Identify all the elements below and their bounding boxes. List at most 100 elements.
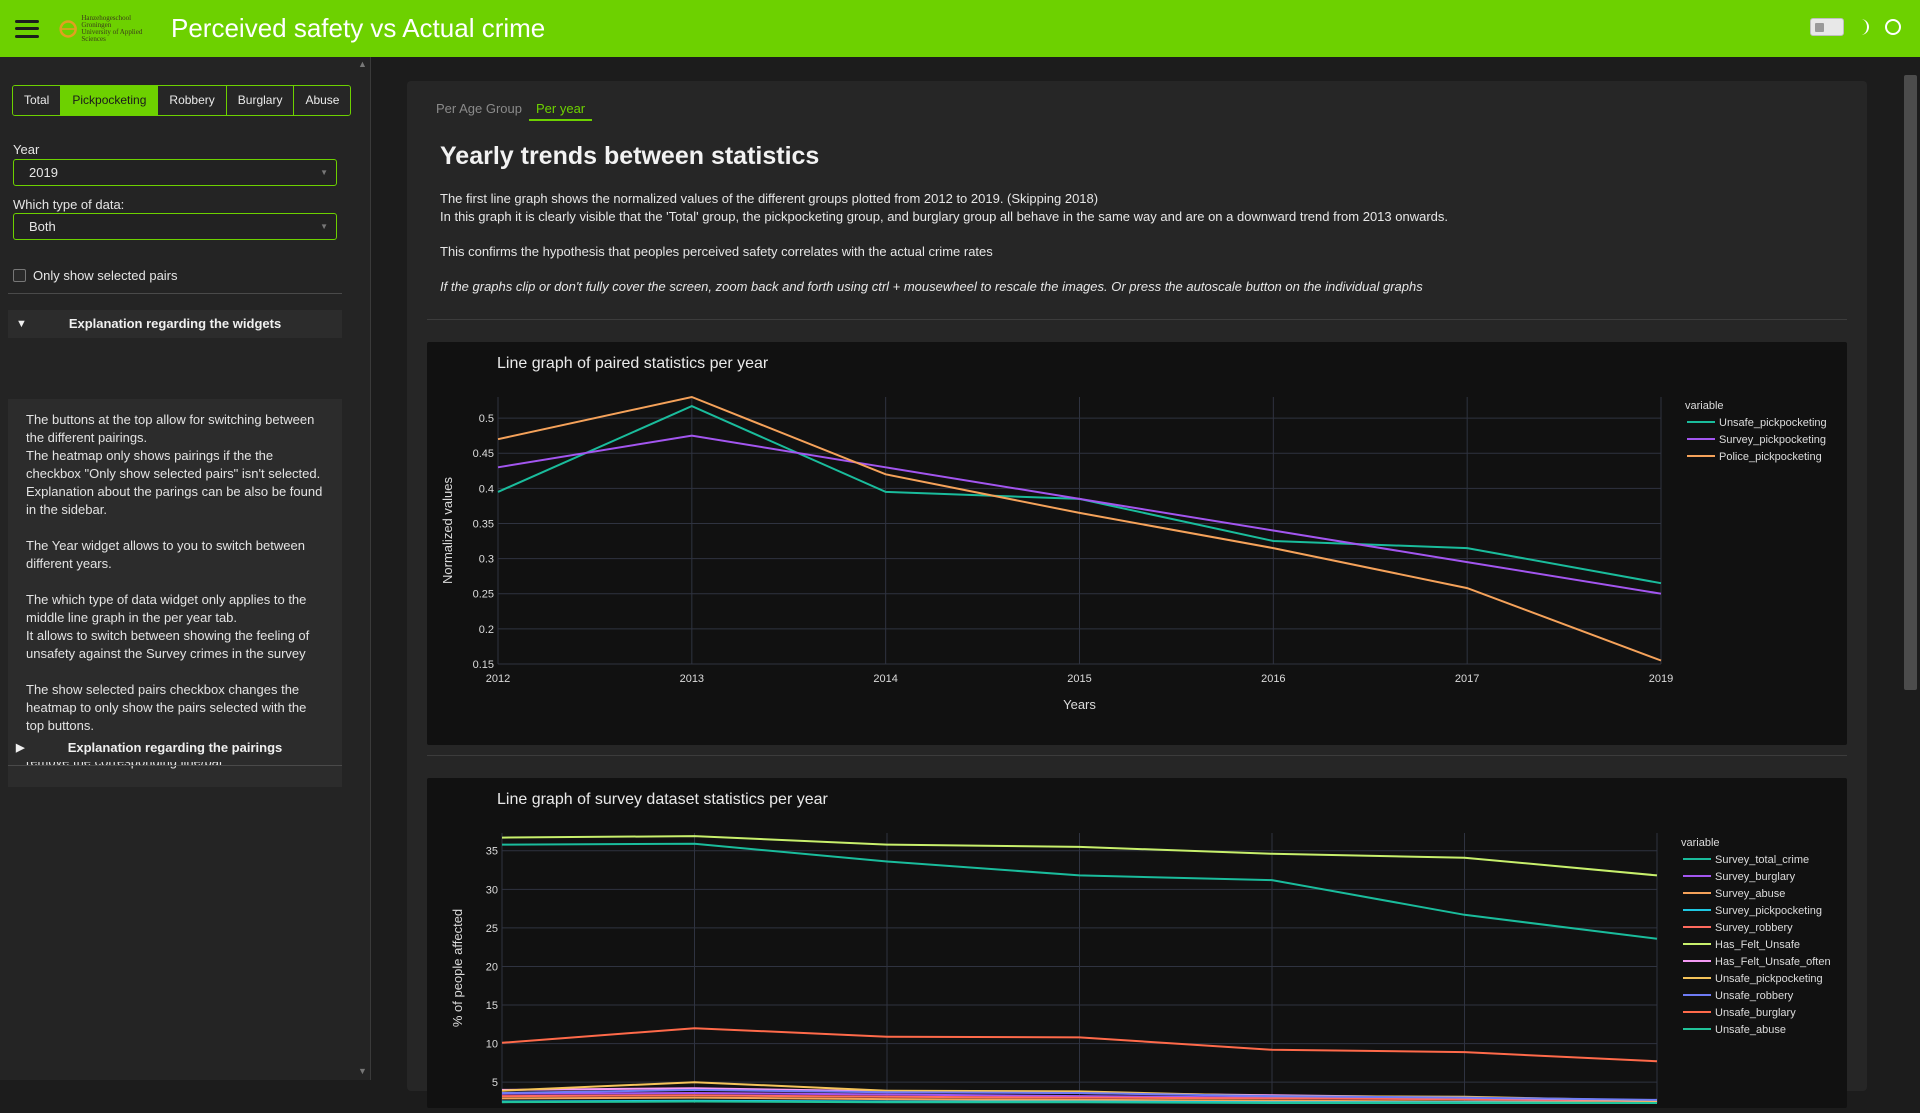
y-tick-label: 0.2 [479,624,494,636]
y-tick-label: 0.35 [473,518,494,530]
legend-title: variable [1681,837,1720,849]
widgets-paragraph-2: The Year widget allows to you to switch … [26,538,305,571]
legend-item: Unsafe_burglary [1715,1007,1796,1019]
data-type-select[interactable]: Both ▼ [13,213,337,240]
description-line-1: The first line graph shows the normalize… [440,191,1099,206]
y-tick-label: 5 [492,1077,498,1089]
pair-tab-robbery[interactable]: Robbery [158,86,227,115]
y-axis-label: Normalized values [440,477,455,584]
top-bar: Hanzehogeschool Groningen University of … [0,0,1920,57]
accordion-pairings-header[interactable]: ▶ Explanation regarding the pairings [8,734,342,762]
logo-mark [59,19,77,38]
pair-tab-total[interactable]: Total [13,86,62,115]
y-tick-label: 15 [486,1000,498,1012]
year-label: Year [13,142,40,157]
x-tick-label: 2013 [680,673,704,685]
legend-item: Unsafe_pickpocketing [1715,973,1823,985]
y-tick-label: 0.4 [479,483,494,495]
chart-survey-panel: Line graph of survey dataset statistics … [427,778,1847,1108]
only-pairs-checkbox[interactable] [13,269,26,282]
widgets-paragraph-3: The which type of data widget only appli… [26,592,310,661]
scrollbar-thumb[interactable] [1904,75,1917,690]
tab-per-age-group[interactable]: Per Age Group [429,97,529,121]
y-tick-label: 0.25 [473,589,494,601]
legend-title: variable [1685,400,1724,412]
data-type-value: Both [29,219,56,234]
description-line-2: In this graph it is clearly visible that… [440,209,1448,224]
accordion-widgets-title: Explanation regarding the widgets [68,316,282,331]
widgets-paragraph-1: The buttons at the top allow for switchi… [26,412,323,517]
x-tick-label: 2019 [1649,673,1673,685]
x-tick-label: 2012 [486,673,510,685]
legend-item: Survey_total_crime [1715,854,1809,866]
scroll-down-icon[interactable]: ▼ [358,1066,367,1076]
legend-item: Police_pickpocketing [1719,451,1822,463]
x-tick-label: 2015 [1067,673,1091,685]
y-tick-label: 20 [486,961,498,973]
x-tick-label: 2014 [873,673,897,685]
y-tick-label: 0.3 [479,554,494,566]
chevron-down-icon: ▼ [320,222,328,231]
description-note: If the graphs clip or don't fully cover … [440,279,1423,294]
accordion-widgets-header[interactable]: ▼ Explanation regarding the widgets [8,310,342,338]
year-value: 2019 [29,165,58,180]
divider [8,765,342,766]
legend-item: Survey_pickpocketing [1715,905,1822,917]
legend-item: Survey_pickpocketing [1719,434,1826,446]
x-axis-label: Years [1063,697,1096,712]
divider [427,755,1847,756]
y-tick-label: 25 [486,923,498,935]
theme-toggle[interactable] [1810,18,1844,36]
main-content: Per Age Group Per year Yearly trends bet… [372,57,1902,1108]
y-tick-label: 10 [486,1039,498,1051]
legend-item: Survey_abuse [1715,888,1785,900]
legend-item: Has_Felt_Unsafe_often [1715,956,1831,968]
accordion-widgets-body: The buttons at the top allow for switchi… [8,399,342,787]
chart-title: Line graph of survey dataset statistics … [497,791,829,808]
divider [8,293,342,294]
circle-icon[interactable] [1884,18,1902,36]
pair-tab-abuse[interactable]: Abuse [294,86,351,115]
sidebar: ▲ Total Pickpocketing Robbery Burglary A… [0,57,371,1080]
menu-icon[interactable] [15,19,39,38]
triangle-down-icon: ▼ [16,318,27,330]
view-tabs: Per Age Group Per year [429,97,593,121]
x-tick-label: 2017 [1455,673,1479,685]
y-tick-label: 0.5 [479,413,494,425]
moon-icon[interactable] [1856,18,1872,36]
section-title: Yearly trends between statistics [440,142,820,170]
description-line-3: This confirms the hypothesis that people… [440,244,993,259]
triangle-right-icon: ▶ [16,742,25,754]
y-tick-label: 30 [486,884,498,896]
chart-title: Line graph of paired statistics per year [497,355,769,372]
pair-tabs: Total Pickpocketing Robbery Burglary Abu… [12,85,352,116]
accordion-pairings-title: Explanation regarding the pairings [67,740,283,755]
chart-survey: Line graph of survey dataset statistics … [450,791,1831,1104]
chart-paired: Line graph of paired statistics per year… [440,355,1827,712]
app-title: Perceived safety vs Actual crime [171,13,546,43]
legend-item: Unsafe_pickpocketing [1719,417,1827,429]
x-tick-label: 2016 [1261,673,1285,685]
y-tick-label: 0.15 [473,659,494,671]
y-axis-label: % of people affected [450,909,465,1027]
pair-tab-pickpocketing[interactable]: Pickpocketing [61,86,159,115]
divider [427,319,1847,320]
content-card: Per Age Group Per year Yearly trends bet… [407,81,1867,1108]
only-pairs-label[interactable]: Only show selected pairs [33,268,178,283]
logo-line-3: University of Applied Sciences [81,27,143,43]
y-tick-label: 0.45 [473,448,494,460]
data-type-label: Which type of data: [13,197,125,212]
legend-item: Unsafe_robbery [1715,990,1794,1002]
scroll-up-icon[interactable]: ▲ [358,59,367,69]
legend-item: Unsafe_abuse [1715,1024,1786,1036]
logo: Hanzehogeschool Groningen University of … [59,11,154,47]
legend-item: Has_Felt_Unsafe [1715,939,1800,951]
chevron-down-icon: ▼ [320,168,328,177]
tab-per-year[interactable]: Per year [529,97,593,121]
legend-item: Survey_burglary [1715,871,1796,883]
y-tick-label: 35 [486,846,498,858]
chart-paired-panel: Line graph of paired statistics per year… [427,342,1847,745]
legend-item: Survey_robbery [1715,922,1793,934]
year-select[interactable]: 2019 ▼ [13,159,337,186]
pair-tab-burglary[interactable]: Burglary [226,86,295,115]
